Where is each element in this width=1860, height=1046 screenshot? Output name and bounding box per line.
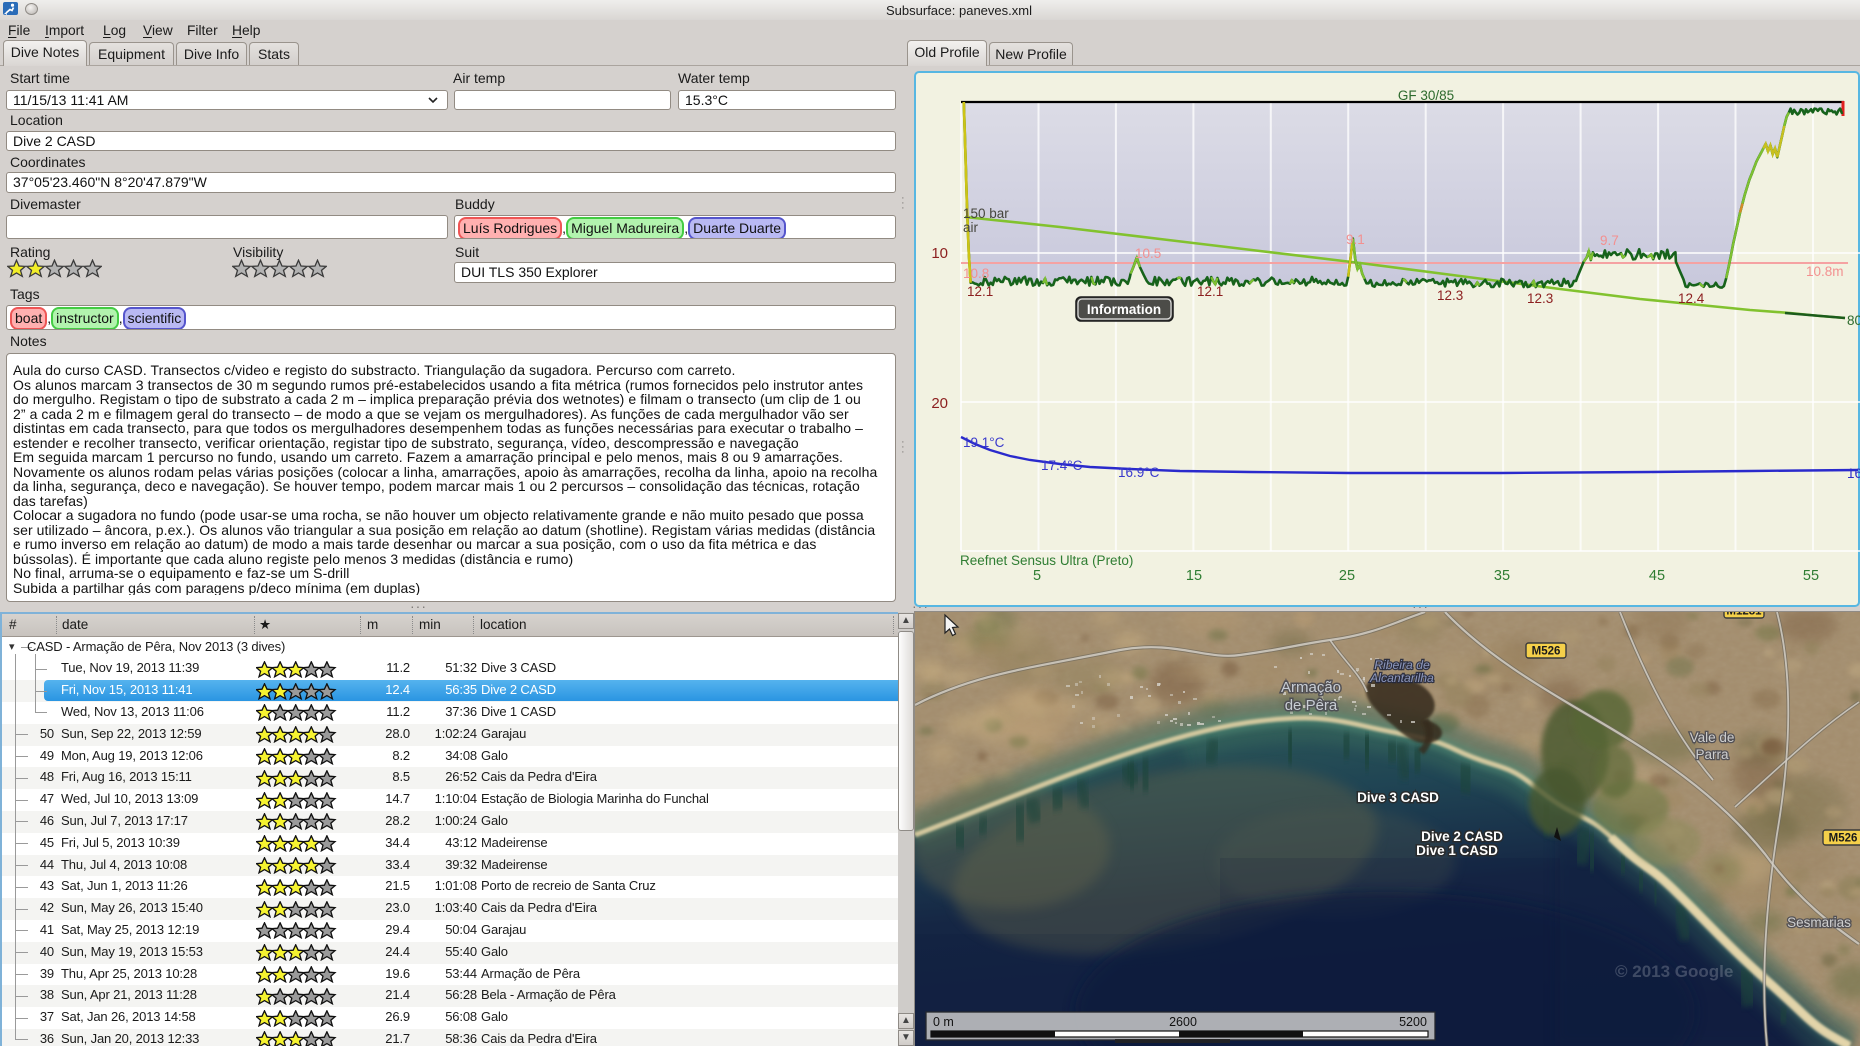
svg-text:12.1: 12.1: [967, 284, 993, 299]
svg-text:17.4°C: 17.4°C: [1041, 458, 1083, 473]
svg-text:12.4: 12.4: [1678, 291, 1705, 306]
svg-text:12.1: 12.1: [1197, 284, 1223, 299]
svg-text:10: 10: [931, 245, 948, 262]
svg-text:Vale de: Vale de: [1690, 730, 1735, 745]
svg-text:16.9°C: 16.9°C: [1118, 465, 1160, 480]
svg-text:2600: 2600: [1169, 1015, 1197, 1029]
svg-text:9.7: 9.7: [1600, 233, 1619, 248]
svg-text:Sesmarias: Sesmarias: [1787, 915, 1851, 930]
svg-text:Alcantarilha: Alcantarilha: [1369, 671, 1434, 685]
svg-text:Dive 3 CASD: Dive 3 CASD: [1357, 790, 1439, 805]
svg-text:Dive 2 CASD: Dive 2 CASD: [1421, 829, 1503, 844]
svg-text:Parra: Parra: [1695, 747, 1729, 762]
svg-text:10.8m: 10.8m: [1806, 264, 1844, 279]
svg-text:45: 45: [1649, 568, 1665, 584]
svg-text:10.8: 10.8: [963, 266, 989, 281]
svg-text:25: 25: [1339, 568, 1355, 584]
svg-text:20: 20: [931, 395, 948, 412]
svg-text:5200: 5200: [1399, 1015, 1427, 1029]
svg-text:5: 5: [1033, 568, 1041, 584]
svg-text:GF 30/85: GF 30/85: [1398, 88, 1454, 103]
svg-text:19.1°C: 19.1°C: [963, 435, 1005, 450]
svg-text:M1281: M1281: [1726, 612, 1762, 618]
svg-text:80: 80: [1847, 313, 1860, 328]
svg-text:Dive 1 CASD: Dive 1 CASD: [1416, 843, 1498, 858]
svg-text:Reefnet Sensus Ultra (Preto): Reefnet Sensus Ultra (Preto): [960, 553, 1133, 568]
svg-text:Information: Information: [1087, 302, 1161, 317]
svg-text:Ribeira de: Ribeira de: [1374, 658, 1430, 672]
svg-text:12.3: 12.3: [1527, 291, 1553, 306]
svg-text:0 m: 0 m: [933, 1015, 954, 1029]
svg-text:© 2013 Google: © 2013 Google: [1615, 962, 1733, 981]
svg-text:35: 35: [1494, 568, 1510, 584]
svg-text:16: 16: [1847, 466, 1860, 481]
svg-text:de Pêra: de Pêra: [1285, 697, 1338, 714]
svg-text:9.1: 9.1: [1346, 232, 1365, 247]
svg-text:12.3: 12.3: [1437, 288, 1463, 303]
svg-text:150 bar: 150 bar: [963, 206, 1009, 221]
svg-text:M526: M526: [1829, 833, 1858, 845]
svg-text:10.5: 10.5: [1135, 246, 1161, 261]
svg-text:air: air: [963, 220, 979, 235]
svg-text:15: 15: [1186, 568, 1202, 584]
svg-text:Armação: Armação: [1281, 679, 1341, 696]
svg-text:55: 55: [1803, 568, 1819, 584]
svg-text:M526: M526: [1532, 646, 1561, 658]
